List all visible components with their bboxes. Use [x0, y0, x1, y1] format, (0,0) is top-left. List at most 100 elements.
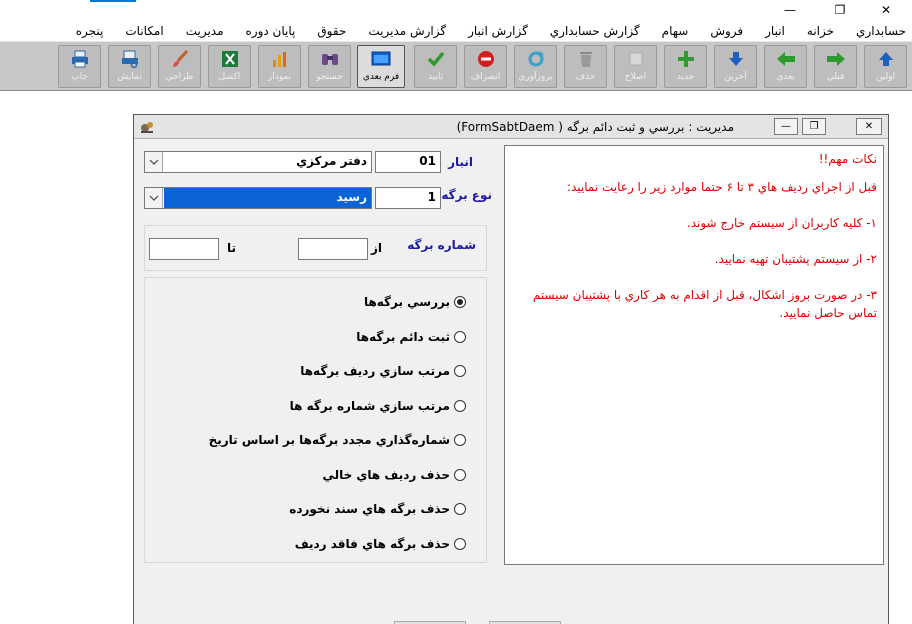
menu-payroll[interactable]: حقوق — [317, 22, 346, 42]
from-label: از — [371, 241, 383, 255]
operation-options-group: بررسي برگه‌ها ثبت دائم برگه‌ها مرتب سازي… — [144, 277, 487, 563]
last-record-label: آخرين — [724, 72, 747, 82]
excel-button[interactable]: اکسل — [208, 45, 251, 88]
chart-button[interactable]: نمودار — [258, 45, 301, 88]
design-button[interactable]: طراحي — [158, 45, 201, 88]
edit-icon — [625, 49, 647, 69]
option-delete-unposted-label: حذف برگه هاي سند نخورده — [289, 502, 450, 516]
arrow-down-icon — [725, 49, 747, 69]
close-button[interactable]: ✕ — [868, 1, 904, 19]
radio-delete-unposted[interactable] — [454, 503, 466, 515]
edit-button[interactable]: اصلاح — [614, 45, 657, 88]
menu-tools[interactable]: امکانات — [125, 22, 163, 42]
to-label: تا — [227, 241, 237, 255]
delete-button[interactable]: حذف — [564, 45, 607, 88]
radio-renumber-by-date[interactable] — [454, 434, 466, 446]
refresh-icon — [525, 49, 547, 69]
minimize-button[interactable]: — — [772, 1, 808, 19]
radio-delete-rowless[interactable] — [454, 538, 466, 550]
edit-label: اصلاح — [624, 72, 647, 82]
notes-title: نکات مهم!! — [818, 152, 877, 166]
excel-icon — [219, 49, 241, 69]
confirm-button[interactable]: تاييد — [414, 45, 457, 88]
first-record-label: اولين — [875, 72, 896, 82]
check-icon — [425, 49, 447, 69]
menu-window[interactable]: پنجره — [76, 22, 104, 42]
menu-treasury[interactable]: خزانه — [807, 22, 834, 42]
chevron-down-icon[interactable] — [145, 152, 163, 172]
store-code-field[interactable]: 01 — [375, 151, 441, 173]
chart-label: نمودار — [267, 72, 292, 82]
radio-sort-numbers[interactable] — [454, 400, 466, 412]
menu-management-reports[interactable]: گزارش مديريت — [368, 22, 446, 42]
last-record-button[interactable]: آخرين — [714, 45, 757, 88]
refresh-label: بروزآوري — [518, 72, 553, 82]
arrow-up-icon — [875, 49, 897, 69]
doc-number-range-group: شماره برگه از تا — [144, 225, 487, 271]
previous-record-button[interactable]: قبلي — [814, 45, 857, 88]
option-delete-rowless[interactable]: حذف برگه هاي فاقد رديف — [295, 535, 466, 553]
next-record-button[interactable]: بعدي — [764, 45, 807, 88]
radio-permanent-save[interactable] — [454, 331, 466, 343]
preview-label: نمايش — [117, 72, 142, 82]
app-icon — [139, 119, 155, 135]
option-review[interactable]: بررسي برگه‌ها — [364, 293, 466, 311]
menu-inventory-reports[interactable]: گزارش انبار — [468, 22, 528, 42]
doc-type-select[interactable]: رسيد — [144, 187, 372, 209]
doc-type-code-field[interactable]: 1 — [375, 187, 441, 209]
menu-shares[interactable]: سهام — [662, 22, 689, 42]
next-form-label: فرم بعدي — [362, 72, 400, 82]
menu-management[interactable]: مديريت — [186, 22, 224, 42]
preview-button[interactable]: نمايش — [108, 45, 151, 88]
option-delete-unposted[interactable]: حذف برگه هاي سند نخورده — [289, 500, 466, 518]
preview-icon — [119, 49, 141, 69]
plus-icon — [675, 49, 697, 69]
refresh-button[interactable]: بروزآوري — [514, 45, 557, 88]
doc-number-to-field[interactable] — [149, 238, 219, 260]
option-delete-empty-rows-label: حذف رديف هاي خالي — [322, 468, 450, 482]
trash-icon — [575, 49, 597, 69]
next-form-button[interactable]: فرم بعدي — [357, 45, 405, 88]
menu-period-end[interactable]: پایان دوره — [246, 22, 296, 42]
store-label: انبار — [448, 155, 473, 169]
search-button[interactable]: جستجو — [308, 45, 351, 88]
menu-accounting-reports[interactable]: گزارش حسابداري — [550, 22, 640, 42]
cancel-label: انصراف — [470, 72, 501, 82]
notes-line: ۳- در صورت بروز اشکال، قبل از اقدام به ه… — [532, 288, 877, 320]
option-renumber-by-date[interactable]: شماره‌گذاري مجدد برگه‌ها بر اساس تاريخ — [209, 431, 466, 449]
restore-button[interactable]: ❐ — [822, 1, 858, 19]
form-title-bar[interactable]: مديريت : بررسي و ثبت دائم برگه ( FormSab… — [134, 115, 888, 139]
doc-number-from-field[interactable] — [298, 238, 368, 260]
first-record-button[interactable]: اولين — [864, 45, 907, 88]
option-permanent-save[interactable]: ثبت دائم برگه‌ها — [356, 328, 466, 346]
radio-review[interactable] — [454, 296, 466, 308]
option-sort-rows[interactable]: مرتب سازي رديف برگه‌ها — [300, 362, 466, 380]
menu-inventory[interactable]: انبار — [765, 22, 785, 42]
radio-delete-empty-rows[interactable] — [454, 469, 466, 481]
option-renumber-by-date-label: شماره‌گذاري مجدد برگه‌ها بر اساس تاريخ — [208, 433, 450, 447]
arrow-left-icon — [775, 49, 797, 69]
chevron-down-icon[interactable] — [145, 188, 163, 208]
form-restore-button[interactable]: ❐ — [802, 118, 826, 135]
form-close-button[interactable]: ✕ — [856, 118, 882, 135]
doc-type-name: رسيد — [336, 190, 367, 204]
print-button[interactable]: چاپ — [58, 45, 101, 88]
option-sort-numbers[interactable]: مرتب سازي شماره برگه ها — [290, 397, 466, 415]
menu-accounting[interactable]: حسابداري — [856, 22, 906, 42]
store-select[interactable]: دفتر مرکزي — [144, 151, 372, 173]
option-review-label: بررسي برگه‌ها — [363, 295, 450, 309]
option-delete-empty-rows[interactable]: حذف رديف هاي خالي — [322, 466, 466, 484]
notes-line: قبل از اجراي رديف هاي ۳ تا ۶ حتما موارد … — [566, 180, 877, 194]
radio-sort-rows[interactable] — [454, 365, 466, 377]
menu-sales[interactable]: فروش — [710, 22, 743, 42]
notes-line: ۲- از سيستم پشتيبان تهيه نماييد. — [714, 252, 877, 266]
new-button[interactable]: جديد — [664, 45, 707, 88]
cancel-button[interactable]: انصراف — [464, 45, 507, 88]
form-minimize-button[interactable]: — — [774, 118, 798, 135]
print-label: چاپ — [71, 72, 88, 82]
excel-label: اکسل — [218, 72, 241, 82]
toolbar: اولين قبلي بعدي آخرين جديد اصلاح حذف برو… — [0, 41, 912, 91]
new-label: جديد — [676, 72, 695, 82]
window-icon — [370, 49, 392, 69]
binoculars-icon — [319, 49, 341, 69]
